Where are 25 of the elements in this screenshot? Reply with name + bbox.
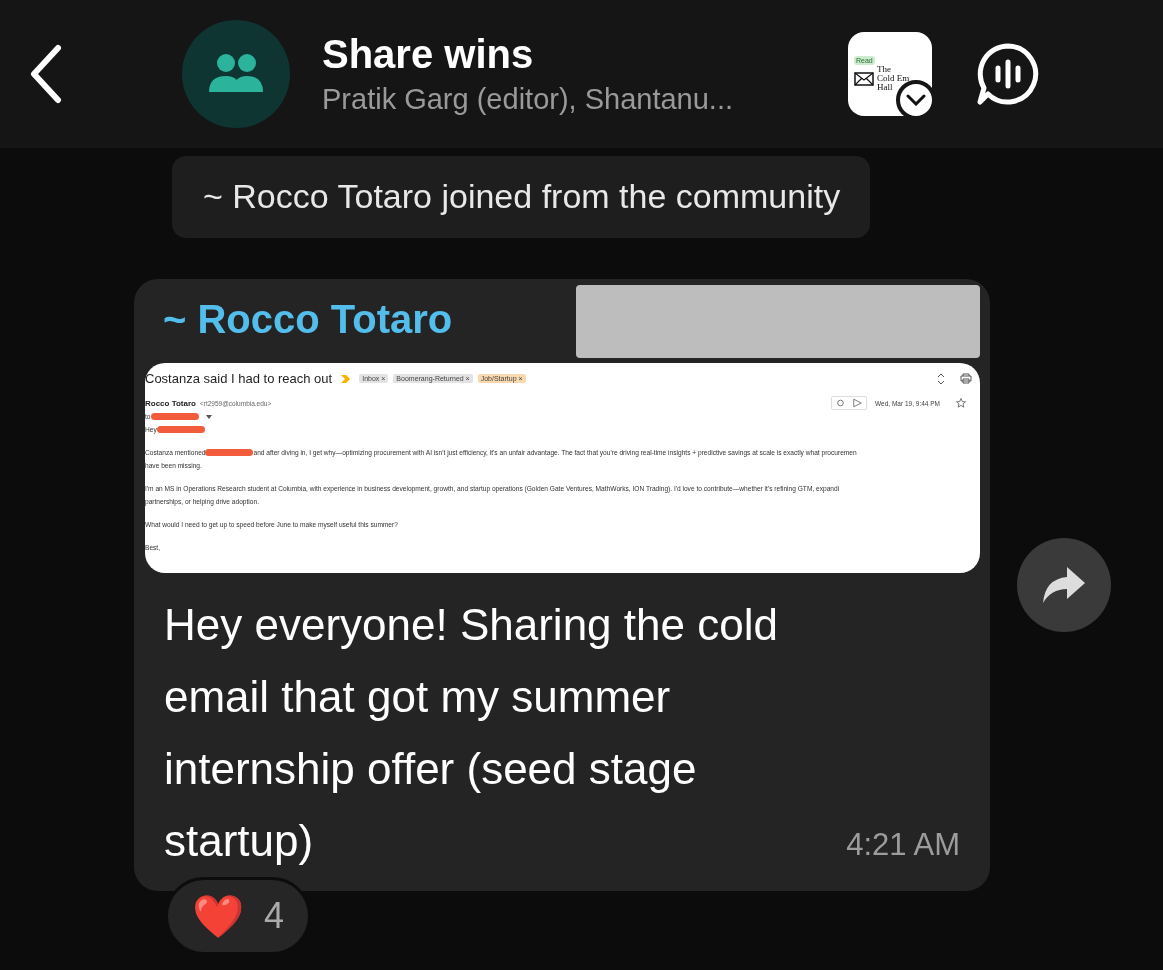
redaction-mark [156,426,205,433]
print-icon [960,373,972,384]
redaction-mark [205,449,254,456]
people-icon [207,54,265,94]
email-subject: Costanza said I had to reach out [145,371,333,386]
chat-title: Share wins [322,32,535,77]
chat-members: Pratik Garg (editor), Shantanu... [322,83,735,116]
sender-name: ~ Rocco Totaro [162,296,453,343]
logo-text: Hall [877,83,894,92]
email-sender: Rocco Totaro [145,398,196,408]
star-icon [956,398,966,408]
voice-chat-button[interactable] [976,42,1040,106]
importance-icon [341,374,351,383]
expand-icon [937,372,945,385]
message-time: 4:21 AM [846,827,961,864]
caret-icon [204,413,213,420]
envelope-icon [854,71,874,86]
system-message: ~ Rocco Totaro joined from the community [172,156,871,238]
logo-text: The [877,65,892,74]
reaction-count: 4 [264,895,285,937]
redaction-mark [150,413,199,420]
heart-emoji: ❤ [192,891,244,941]
share-arrow-icon [1041,565,1087,605]
message-text: Hey everyone! Sharing the cold email that got my summer internship offer (seed stage startup) [164,599,779,867]
logo-text: Cold Em [877,74,910,83]
